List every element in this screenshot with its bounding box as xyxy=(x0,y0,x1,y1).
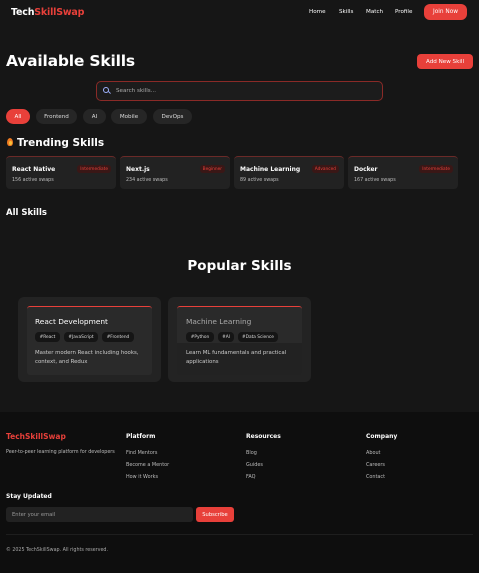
footer-link-find-mentors[interactable]: Find Mentors xyxy=(126,450,157,456)
popular-card-title: React Development xyxy=(35,317,108,326)
description-line: context, and Redux xyxy=(35,359,88,365)
search-icon xyxy=(103,87,111,95)
level-badge: Intermediate xyxy=(419,165,453,173)
footer-col-resources-title: Resources xyxy=(246,433,281,440)
nav-link-profile[interactable]: Profile xyxy=(395,9,412,15)
trending-card-name: React Native xyxy=(12,166,56,173)
brand-text-skillswap: SkillSwap xyxy=(34,7,85,18)
trending-title: Trending Skills xyxy=(17,137,105,149)
description-line: Master modern React including hooks, xyxy=(35,350,139,356)
search-input[interactable]: Search skills... xyxy=(96,81,383,101)
trending-card-name: Machine Learning xyxy=(240,166,301,173)
popular-card-title: Machine Learning xyxy=(186,317,252,326)
footer-link-about[interactable]: About xyxy=(366,450,380,456)
level-badge: Intermediate xyxy=(77,165,111,173)
page-title: Available Skills xyxy=(6,52,135,70)
footer-link-contact[interactable]: Contact xyxy=(366,474,385,480)
trending-card-swaps: 156 active swaps xyxy=(12,178,54,183)
skill-tag: #AI xyxy=(218,332,234,342)
footer-link-become-mentor[interactable]: Become a Mentor xyxy=(126,462,169,468)
trending-card[interactable]: React Native Intermediate 156 active swa… xyxy=(6,156,116,189)
footer-tagline: Peer-to-peer learning platform for devel… xyxy=(6,450,115,455)
filter-chip-ai[interactable]: AI xyxy=(83,109,106,124)
footer-link-faq[interactable]: FAQ xyxy=(246,474,255,480)
brand-text-tech: Tech xyxy=(11,7,35,18)
trending-heading: Trending Skills xyxy=(6,136,104,149)
subscribe-button[interactable]: Subscribe xyxy=(196,507,234,522)
email-placeholder: Enter your email xyxy=(12,511,56,518)
footer-link-blog[interactable]: Blog xyxy=(246,450,257,456)
trending-card-swaps: 234 active swaps xyxy=(126,178,168,183)
trending-card-swaps: 89 active swaps xyxy=(240,178,279,183)
description-line: applications xyxy=(186,359,219,365)
search-placeholder: Search skills... xyxy=(116,88,157,94)
trending-card[interactable]: Machine Learning Advanced 89 active swap… xyxy=(234,156,344,189)
footer-col-company-title: Company xyxy=(366,433,398,440)
footer-col-platform-title: Platform xyxy=(126,433,156,440)
popular-card-description: Learn ML fundamentals and practical appl… xyxy=(186,349,286,367)
trending-card-swaps: 167 active swaps xyxy=(354,178,396,183)
skill-tag: #Python xyxy=(186,332,214,342)
fire-icon xyxy=(6,137,14,147)
filter-chip-frontend[interactable]: Frontend xyxy=(36,109,77,124)
nav-link-home[interactable]: Home xyxy=(309,9,326,15)
level-badge: Advanced xyxy=(311,165,339,173)
all-skills-heading: All Skills xyxy=(6,208,47,218)
footer-link-guides[interactable]: Guides xyxy=(246,462,263,468)
nav-link-match[interactable]: Match xyxy=(366,9,383,15)
add-new-skill-button[interactable]: Add New Skill xyxy=(417,54,473,69)
skill-tag: #React xyxy=(35,332,60,342)
footer-link-careers[interactable]: Careers xyxy=(366,462,385,468)
trending-card[interactable]: Next.js Beginner 234 active swaps xyxy=(120,156,230,189)
brand-logo[interactable]: TechSkillSwap xyxy=(11,7,84,18)
skill-tag: #JavaScript xyxy=(64,332,98,342)
footer-divider xyxy=(6,534,473,535)
filter-chip-mobile[interactable]: Mobile xyxy=(111,109,147,124)
trending-card-name: Next.js xyxy=(126,166,150,173)
skill-tag: #Data Science xyxy=(238,332,278,342)
email-field[interactable]: Enter your email xyxy=(6,507,193,522)
filter-chip-all[interactable]: All xyxy=(6,109,30,124)
trending-card-name: Docker xyxy=(354,166,378,173)
join-now-button[interactable]: Join Now xyxy=(424,4,467,20)
popular-card-description: Master modern React including hooks, con… xyxy=(35,349,139,367)
popular-skills-heading: Popular Skills xyxy=(187,258,292,274)
copyright: © 2025 TechSkillSwap. All rights reserve… xyxy=(6,548,108,553)
footer-brand[interactable]: TechSkillSwap xyxy=(6,432,66,441)
description-line: Learn ML fundamentals and practical xyxy=(186,350,287,356)
filter-chip-devops[interactable]: DevOps xyxy=(153,109,192,124)
skill-tag: #Frontend xyxy=(102,332,134,342)
nav-link-skills[interactable]: Skills xyxy=(339,9,353,15)
level-badge: Beginner xyxy=(199,165,225,173)
trending-card[interactable]: Docker Intermediate 167 active swaps xyxy=(348,156,458,189)
footer-link-how-it-works[interactable]: How it Works xyxy=(126,474,158,480)
newsletter-title: Stay Updated xyxy=(6,493,52,500)
